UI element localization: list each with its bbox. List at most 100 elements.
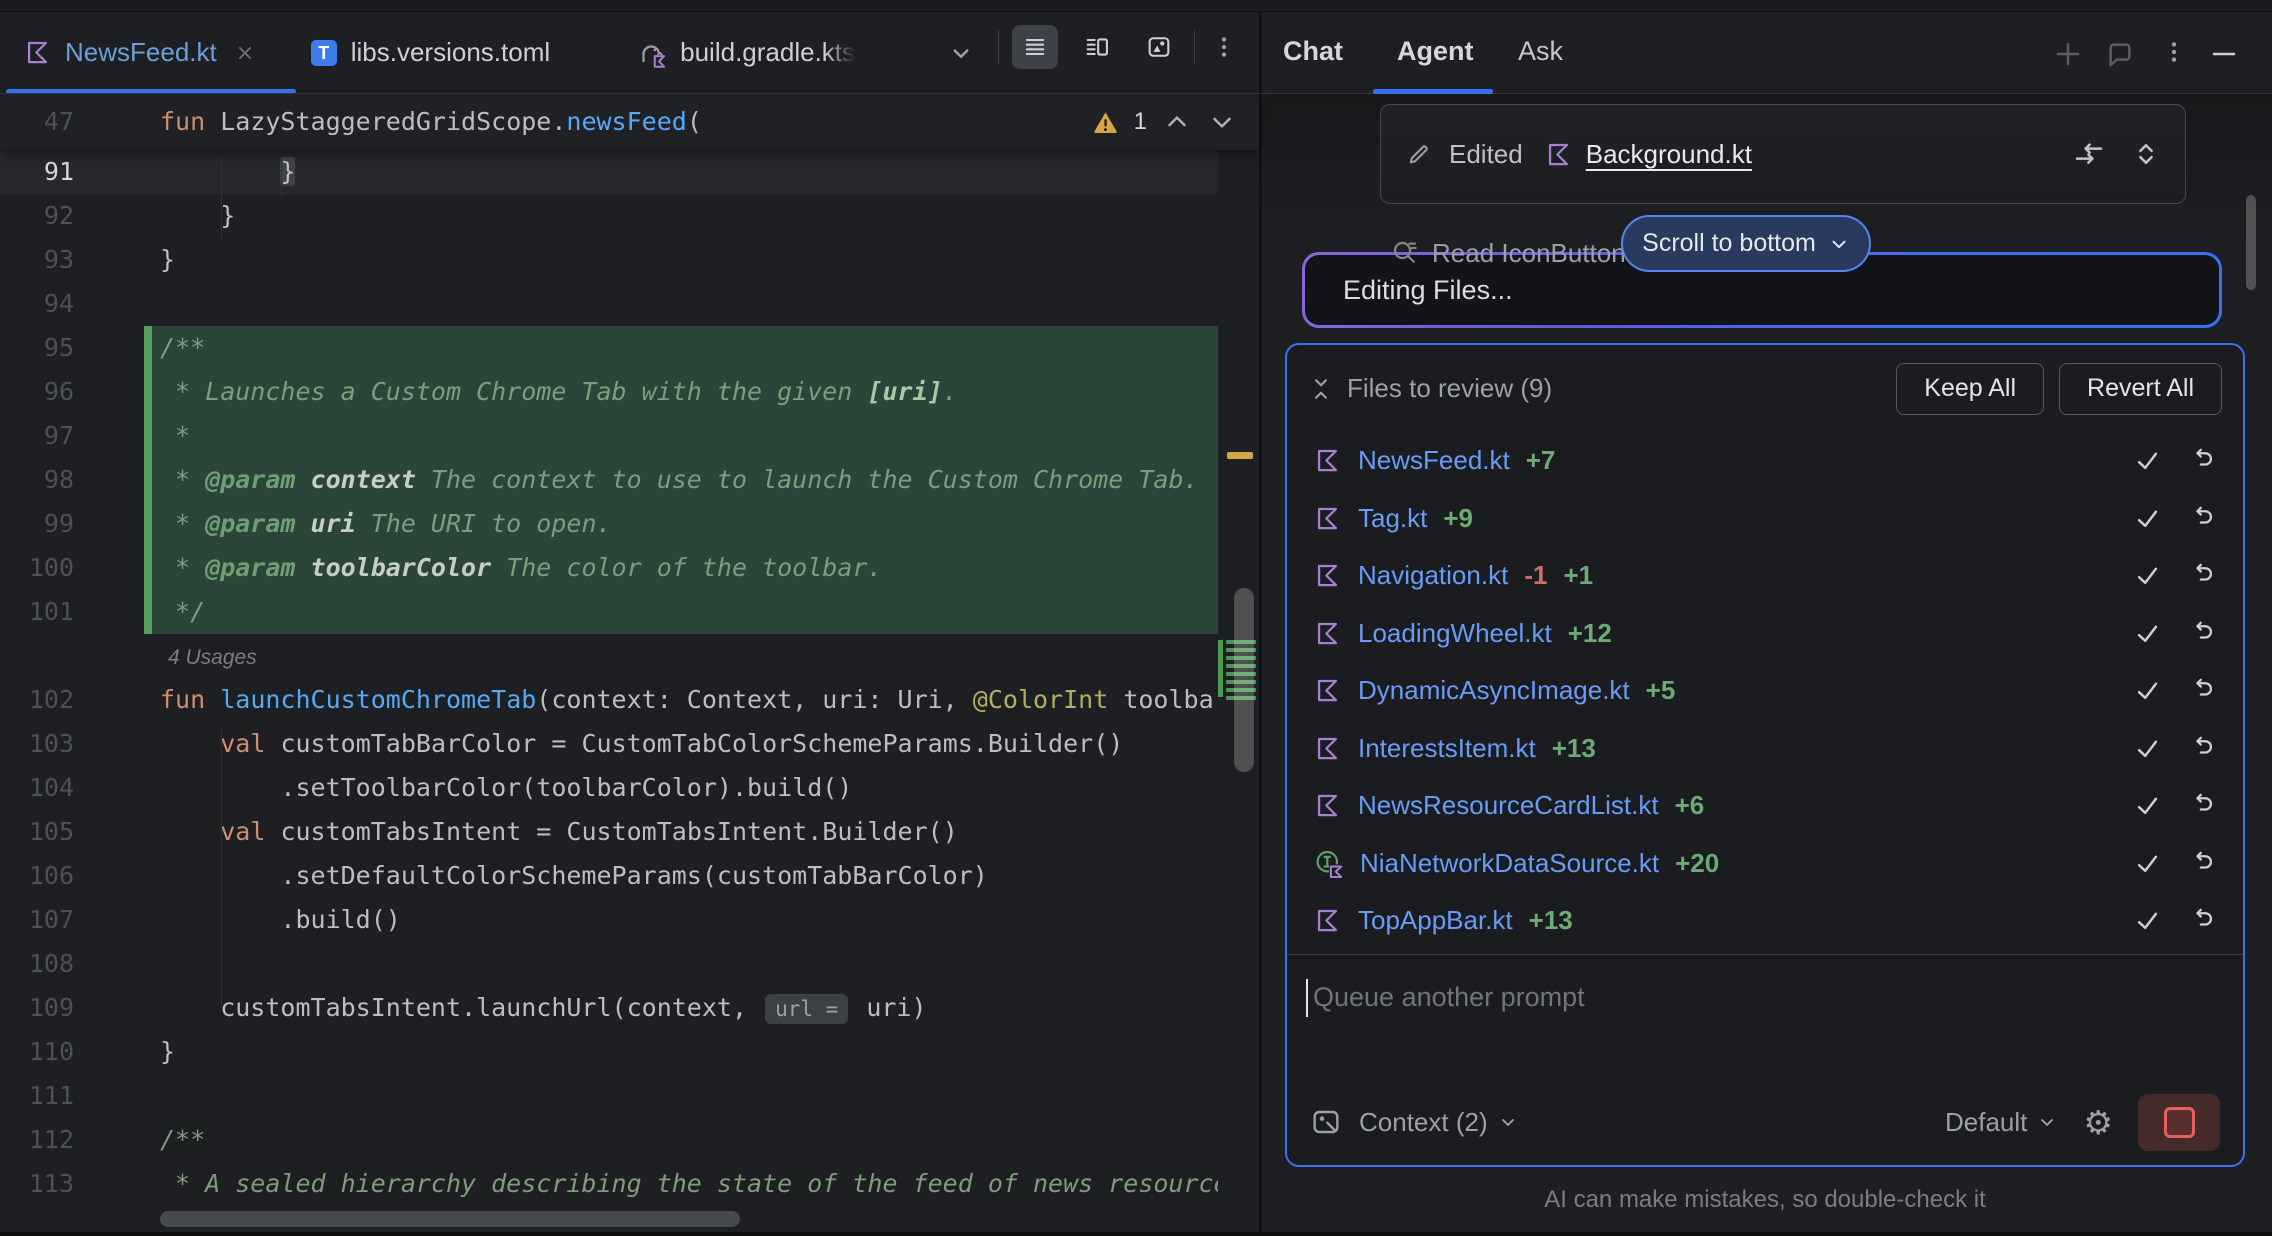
line-number[interactable]: 108 <box>0 942 152 986</box>
code-text[interactable]: } <box>152 150 1218 194</box>
revert-file-button[interactable] <box>2189 850 2216 877</box>
code-text[interactable]: * A sealed hierarchy describing the stat… <box>152 1162 1218 1206</box>
line-number[interactable]: 113 <box>0 1162 152 1206</box>
line-number[interactable]: 92 <box>0 194 152 238</box>
line-number[interactable]: 97 <box>0 414 152 458</box>
line-number[interactable]: 107 <box>0 898 152 942</box>
tab-ask[interactable]: Ask <box>1518 36 1563 67</box>
keep-file-button[interactable] <box>2134 677 2161 704</box>
new-chat-plus-icon[interactable] <box>2053 39 2083 69</box>
code-text[interactable] <box>152 1074 1218 1118</box>
file-review-row[interactable]: NewsResourceCardList.kt+6 <box>1287 777 2243 835</box>
chat-history-icon[interactable] <box>2105 39 2135 69</box>
line-number[interactable]: 111 <box>0 1074 152 1118</box>
line-number[interactable]: 102 <box>0 678 152 722</box>
code-text[interactable]: * Launches a Custom Chrome Tab with the … <box>152 370 1218 414</box>
split-view-button[interactable] <box>1074 25 1120 69</box>
editor-options-kebab-icon[interactable] <box>1204 25 1244 69</box>
chevron-down-icon[interactable] <box>1498 1112 1518 1132</box>
attach-image-icon[interactable] <box>1310 1106 1342 1138</box>
code-text[interactable]: .setToolbarColor(toolbarColor).build() <box>152 766 1218 810</box>
file-review-row[interactable]: Tag.kt+9 <box>1287 490 2243 548</box>
usages-inlay[interactable]: 4 Usages <box>152 634 1218 678</box>
keep-file-button[interactable] <box>2134 447 2161 474</box>
file-review-row[interactable]: DynamicAsyncImage.kt+5 <box>1287 662 2243 720</box>
code-text[interactable]: fun launchCustomChromeTab(context: Conte… <box>152 678 1218 722</box>
revert-file-button[interactable] <box>2189 735 2216 762</box>
file-review-row[interactable]: InterestsItem.kt+13 <box>1287 720 2243 778</box>
show-diff-icon[interactable] <box>2073 138 2105 170</box>
tab-libs-versions-toml[interactable]: T libs.versions.toml <box>311 12 550 93</box>
file-link[interactable]: Tag.kt <box>1358 503 1427 534</box>
tab-build-gradle-kts[interactable]: build.gradle.kts (:c <box>636 12 856 93</box>
file-link[interactable]: DynamicAsyncImage.kt <box>1358 675 1630 706</box>
edited-file-card[interactable]: Edited Background.kt <box>1380 104 2186 204</box>
keep-file-button[interactable] <box>2134 850 2161 877</box>
line-number[interactable]: 91 <box>0 150 152 194</box>
keep-file-button[interactable] <box>2134 792 2161 819</box>
keep-file-button[interactable] <box>2134 505 2161 532</box>
code-text[interactable]: /** <box>152 326 1218 370</box>
file-review-row[interactable]: TopAppBar.kt+13 <box>1287 892 2243 950</box>
file-link[interactable]: TopAppBar.kt <box>1358 905 1513 936</box>
chevron-down-icon[interactable] <box>2037 1112 2057 1132</box>
expand-collapse-icon[interactable] <box>2131 139 2161 169</box>
prompt-input[interactable]: Queue another prompt <box>1306 979 2243 1017</box>
file-link[interactable]: InterestsItem.kt <box>1358 733 1536 764</box>
file-review-row[interactable]: NiaNetworkDataSource.kt+20 <box>1287 835 2243 893</box>
revert-file-button[interactable] <box>2189 620 2216 647</box>
code-text[interactable]: /** <box>152 1118 1218 1162</box>
context-dropdown[interactable]: Context (2) <box>1359 1107 1488 1138</box>
code-text[interactable]: customTabsIntent.launchUrl(context, url … <box>152 986 1218 1030</box>
keep-file-button[interactable] <box>2134 735 2161 762</box>
file-review-row[interactable]: NewsFeed.kt+7 <box>1287 432 2243 490</box>
line-number[interactable]: 47 <box>0 94 152 150</box>
file-link[interactable]: Navigation.kt <box>1358 560 1508 591</box>
file-link[interactable]: NewsResourceCardList.kt <box>1358 790 1659 821</box>
code-text[interactable]: * @param uri The URI to open. <box>152 502 1218 546</box>
keep-file-button[interactable] <box>2134 562 2161 589</box>
sticky-code-header[interactable]: 47 fun LazyStaggeredGridScope.newsFeed( … <box>0 94 1259 150</box>
gear-icon[interactable]: ⚙ <box>2083 1106 2113 1139</box>
revert-file-button[interactable] <box>2189 562 2216 589</box>
file-link[interactable]: LoadingWheel.kt <box>1358 618 1552 649</box>
revert-file-button[interactable] <box>2189 792 2216 819</box>
file-link[interactable]: NewsFeed.kt <box>1358 445 1510 476</box>
line-number[interactable]: 105 <box>0 810 152 854</box>
editor-vertical-scrollbar[interactable] <box>1234 588 1254 772</box>
line-number[interactable]: 101 <box>0 590 152 634</box>
keep-file-button[interactable] <box>2134 907 2161 934</box>
line-number[interactable]: 98 <box>0 458 152 502</box>
line-number[interactable]: 94 <box>0 282 152 326</box>
code-text[interactable]: * @param toolbarColor The color of the t… <box>152 546 1218 590</box>
code-text[interactable]: * <box>152 414 1218 458</box>
revert-file-button[interactable] <box>2189 505 2216 532</box>
stop-button[interactable] <box>2138 1094 2220 1151</box>
tab-agent[interactable]: Agent <box>1397 36 1474 67</box>
revert-all-button[interactable]: Revert All <box>2059 363 2222 415</box>
collapse-icon[interactable] <box>1308 376 1334 402</box>
chevron-down-icon[interactable] <box>946 38 976 68</box>
code-text[interactable]: .build() <box>152 898 1218 942</box>
code-view-button[interactable] <box>1012 25 1058 69</box>
edited-file-link[interactable]: Background.kt <box>1586 139 1752 170</box>
revert-file-button[interactable] <box>2189 677 2216 704</box>
code-text[interactable]: } <box>152 194 1218 238</box>
next-issue-chevron-icon[interactable] <box>1207 107 1237 137</box>
design-view-button[interactable] <box>1136 25 1182 69</box>
line-number[interactable] <box>0 634 152 678</box>
keep-all-button[interactable]: Keep All <box>1896 363 2044 415</box>
code-text[interactable]: val customTabBarColor = CustomTabColorSc… <box>152 722 1218 766</box>
code-text[interactable]: val customTabsIntent = CustomTabsIntent.… <box>152 810 1218 854</box>
line-number[interactable]: 106 <box>0 854 152 898</box>
file-link[interactable]: NiaNetworkDataSource.kt <box>1360 848 1659 879</box>
close-icon[interactable] <box>235 43 255 63</box>
line-number[interactable]: 95 <box>0 326 152 370</box>
code-text[interactable]: * @param context The context to use to l… <box>152 458 1218 502</box>
line-number[interactable]: 109 <box>0 986 152 1030</box>
editor-horizontal-scrollbar[interactable] <box>160 1211 740 1227</box>
line-number[interactable]: 112 <box>0 1118 152 1162</box>
code-text[interactable]: } <box>152 1030 1218 1074</box>
keep-file-button[interactable] <box>2134 620 2161 647</box>
line-number[interactable]: 100 <box>0 546 152 590</box>
